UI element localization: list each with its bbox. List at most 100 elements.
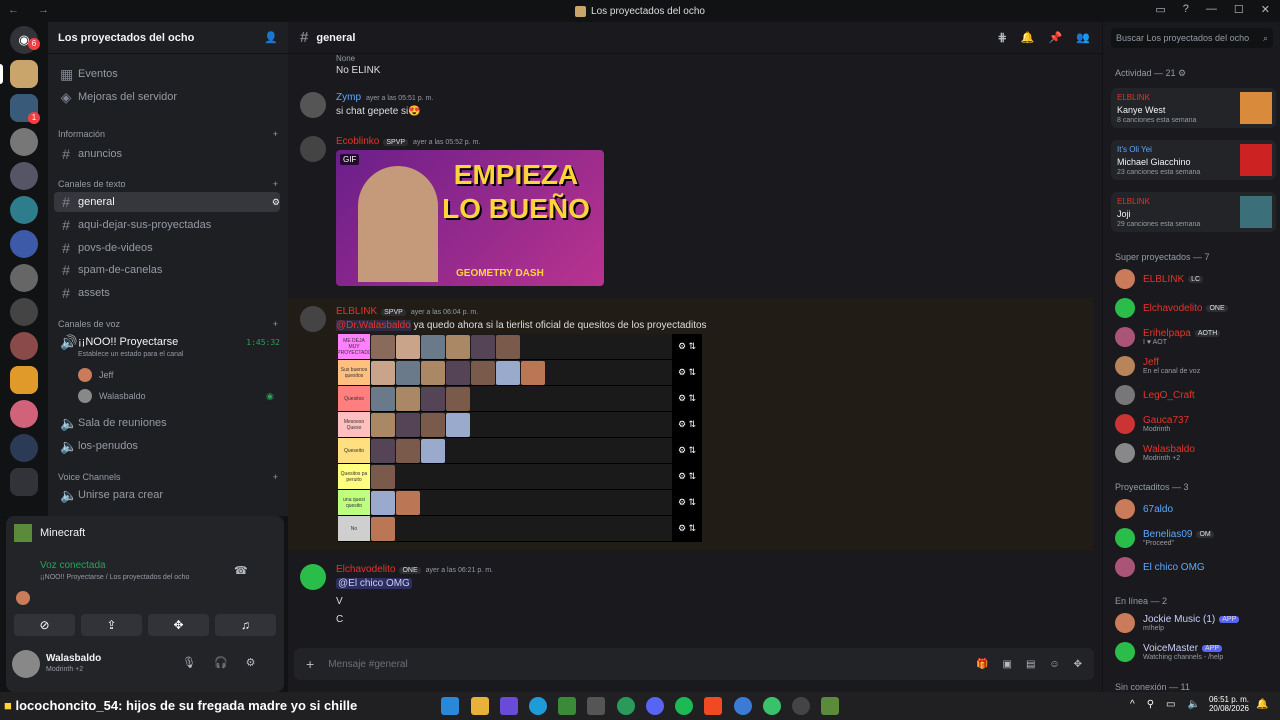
disconnect-icon[interactable]: ☎	[234, 564, 248, 577]
member-item[interactable]: VoiceMaster APP Watching channels - /help	[1115, 639, 1275, 665]
server-icon-8[interactable]	[10, 298, 38, 326]
close-icon[interactable]: ✕	[1261, 3, 1270, 16]
github-icon[interactable]	[792, 697, 810, 715]
server-icon-4[interactable]	[10, 162, 38, 190]
voice-status[interactable]: Establece un estado para el canal	[78, 351, 183, 358]
bell-icon[interactable]: 🔔	[1021, 31, 1035, 44]
tier-controls[interactable]: ⚙ ⇅	[672, 334, 702, 359]
plus-icon[interactable]: +	[273, 319, 278, 329]
gear-icon[interactable]: ⚙	[272, 197, 280, 208]
voice-path[interactable]: ¡¡NOO!! Proyectarse / Los proyectados de…	[40, 574, 189, 581]
channel-assets[interactable]: # assets	[54, 283, 280, 303]
voice-channel-sala[interactable]: 🔈 Sala de reuniones	[54, 413, 280, 433]
store-icon[interactable]	[587, 697, 605, 715]
search-input[interactable]: Buscar Los proyectados del ocho ⌕	[1111, 28, 1273, 48]
apps-icon[interactable]: ✥	[1074, 659, 1082, 670]
server-icon-3[interactable]	[10, 128, 38, 156]
tier-controls[interactable]: ⚙ ⇅	[672, 464, 702, 489]
gif-embed[interactable]: GIF EMPIEZA LO BUEÑO GEOMETRY DASH	[336, 150, 604, 286]
activity-card[interactable]: ELBLINK Joji 29 canciones esta semana	[1111, 192, 1276, 232]
channel-aqui[interactable]: # aqui-dejar-sus-proyectadas	[54, 215, 280, 235]
tier-controls[interactable]: ⚙ ⇅	[672, 412, 702, 437]
tier-controls[interactable]: ⚙ ⇅	[672, 438, 702, 463]
nav-arrows-icon[interactable]: ← →	[8, 4, 57, 16]
minecraft-icon[interactable]	[821, 697, 839, 715]
message[interactable]: Ecoblinko SPVP ayer a las 05:52 p. m. GIF …	[288, 136, 1093, 306]
emoji-icon[interactable]: ☺	[1049, 659, 1059, 670]
server-icon-10[interactable]	[10, 366, 38, 394]
activity-card[interactable]: ELBLINK Kanye West 8 canciones esta semana	[1111, 88, 1276, 128]
maximize-icon[interactable]: ☐	[1234, 3, 1244, 16]
avatar[interactable]	[300, 92, 326, 118]
server-icon-9[interactable]	[10, 332, 38, 360]
member-item[interactable]: Gauca737 Modrinth	[1115, 411, 1275, 437]
mic-icon[interactable]: 🎙	[182, 656, 196, 669]
server-icon-11[interactable]	[10, 400, 38, 428]
discord-icon[interactable]	[646, 697, 664, 715]
tier-controls[interactable]: ⚙ ⇅	[672, 386, 702, 411]
app-icon[interactable]	[617, 697, 635, 715]
voice-channel-unirse[interactable]: 🔈 Unirse para crear	[54, 485, 280, 505]
mention[interactable]: @Dr.Walasbaldo	[336, 320, 411, 331]
voice-channel-main[interactable]: 🔊 ¡¡NOO!! Proyectarse 1:45:32	[54, 332, 280, 352]
member-item[interactable]: Walasbaldo Modrinth +2	[1115, 440, 1275, 466]
message[interactable]: None No ELINK	[288, 54, 1093, 82]
notification-icon[interactable]: 🔔	[1256, 699, 1268, 710]
spotify-icon[interactable]	[675, 697, 693, 715]
channel-spam[interactable]: # spam-de-canelas	[54, 260, 280, 280]
author-name[interactable]: ELBLINK	[336, 306, 377, 317]
user-avatar[interactable]	[12, 650, 40, 678]
voice-user-walasbaldo[interactable]: Walasbaldo ◉	[78, 389, 274, 403]
chrome-icon[interactable]	[763, 697, 781, 715]
guild-header[interactable]: Los proyectados del ocho 👤	[48, 22, 288, 54]
server-icon-7[interactable]	[10, 264, 38, 292]
voice-user-jeff[interactable]: Jeff	[78, 368, 113, 382]
gear-icon[interactable]: ⚙	[246, 656, 256, 669]
message-input[interactable]: Mensaje #general	[328, 659, 962, 670]
member-item[interactable]: Erihelpapa AOTH I ♥ AOT	[1115, 324, 1275, 350]
gift-icon[interactable]: 🎁	[976, 659, 988, 670]
channel-povs[interactable]: # povs-de-videos	[54, 238, 280, 258]
start-icon[interactable]	[441, 697, 459, 715]
member-item[interactable]: Jeff En el canal de voz	[1115, 353, 1275, 379]
member-item[interactable]: Jockie Music (1) APP m!help	[1115, 610, 1275, 636]
sticker-icon[interactable]: ▤	[1026, 659, 1035, 670]
plus-icon[interactable]: +	[306, 656, 314, 672]
share-screen-button[interactable]: ⇪	[81, 614, 142, 636]
tier-controls[interactable]: ⚙ ⇅	[672, 360, 702, 385]
camera-button[interactable]: ⊘	[14, 614, 75, 636]
events-item[interactable]: ▦ Eventos	[54, 64, 280, 84]
activity-card[interactable]: It's Oli Yei Michael Giacchino 23 cancione…	[1111, 140, 1276, 180]
message[interactable]: Elchavodelito ONE ayer a las 06:21 p. m. @…	[288, 562, 1093, 642]
author-name[interactable]: Zymp	[336, 92, 361, 103]
message[interactable]: Zymp ayer a las 05:51 p. m. si chat gepet…	[288, 92, 1093, 132]
explorer-icon[interactable]	[471, 697, 489, 715]
plus-icon[interactable]: +	[273, 179, 278, 189]
channel-anuncios[interactable]: # anuncios	[54, 144, 280, 164]
message-highlighted[interactable]: ELBLINK SPVP ayer a las 06:04 p. m. @Dr.Wa…	[288, 298, 1093, 550]
member-item[interactable]: Elchavodelito ONE	[1115, 295, 1275, 321]
gif-icon[interactable]: ▣	[1002, 659, 1011, 670]
help-icon[interactable]: ?	[1183, 3, 1189, 16]
minimize-icon[interactable]: —	[1206, 3, 1217, 16]
chrome-icon[interactable]	[734, 697, 752, 715]
member-item[interactable]: ELBLINK LC	[1115, 266, 1275, 292]
add-member-icon[interactable]: 👤	[264, 31, 278, 44]
channel-general[interactable]: # general ⚙	[54, 192, 280, 212]
author-name[interactable]: Elchavodelito	[336, 564, 395, 575]
server-icon-12[interactable]	[10, 434, 38, 462]
plus-icon[interactable]: +	[273, 472, 278, 482]
avatar[interactable]	[300, 564, 326, 590]
xbox-icon[interactable]	[558, 697, 576, 715]
activities-button[interactable]: ✥	[148, 614, 209, 636]
category-voice2[interactable]: Voice Channels +	[58, 470, 278, 484]
avatar[interactable]	[300, 136, 326, 162]
tier-controls[interactable]: ⚙ ⇅	[672, 490, 702, 515]
tray-icons[interactable]: ^⚲▭🔈	[1130, 699, 1212, 710]
edge-icon[interactable]	[529, 697, 547, 715]
soundboard-button[interactable]: ♫	[215, 614, 276, 636]
member-item[interactable]: Benelias09 OM "Proceed"	[1115, 525, 1275, 551]
game-activity[interactable]: Minecraft	[14, 524, 85, 542]
boosts-item[interactable]: ◈ Mejoras del servidor	[54, 87, 280, 107]
inbox-icon[interactable]: ▭	[1155, 3, 1165, 16]
